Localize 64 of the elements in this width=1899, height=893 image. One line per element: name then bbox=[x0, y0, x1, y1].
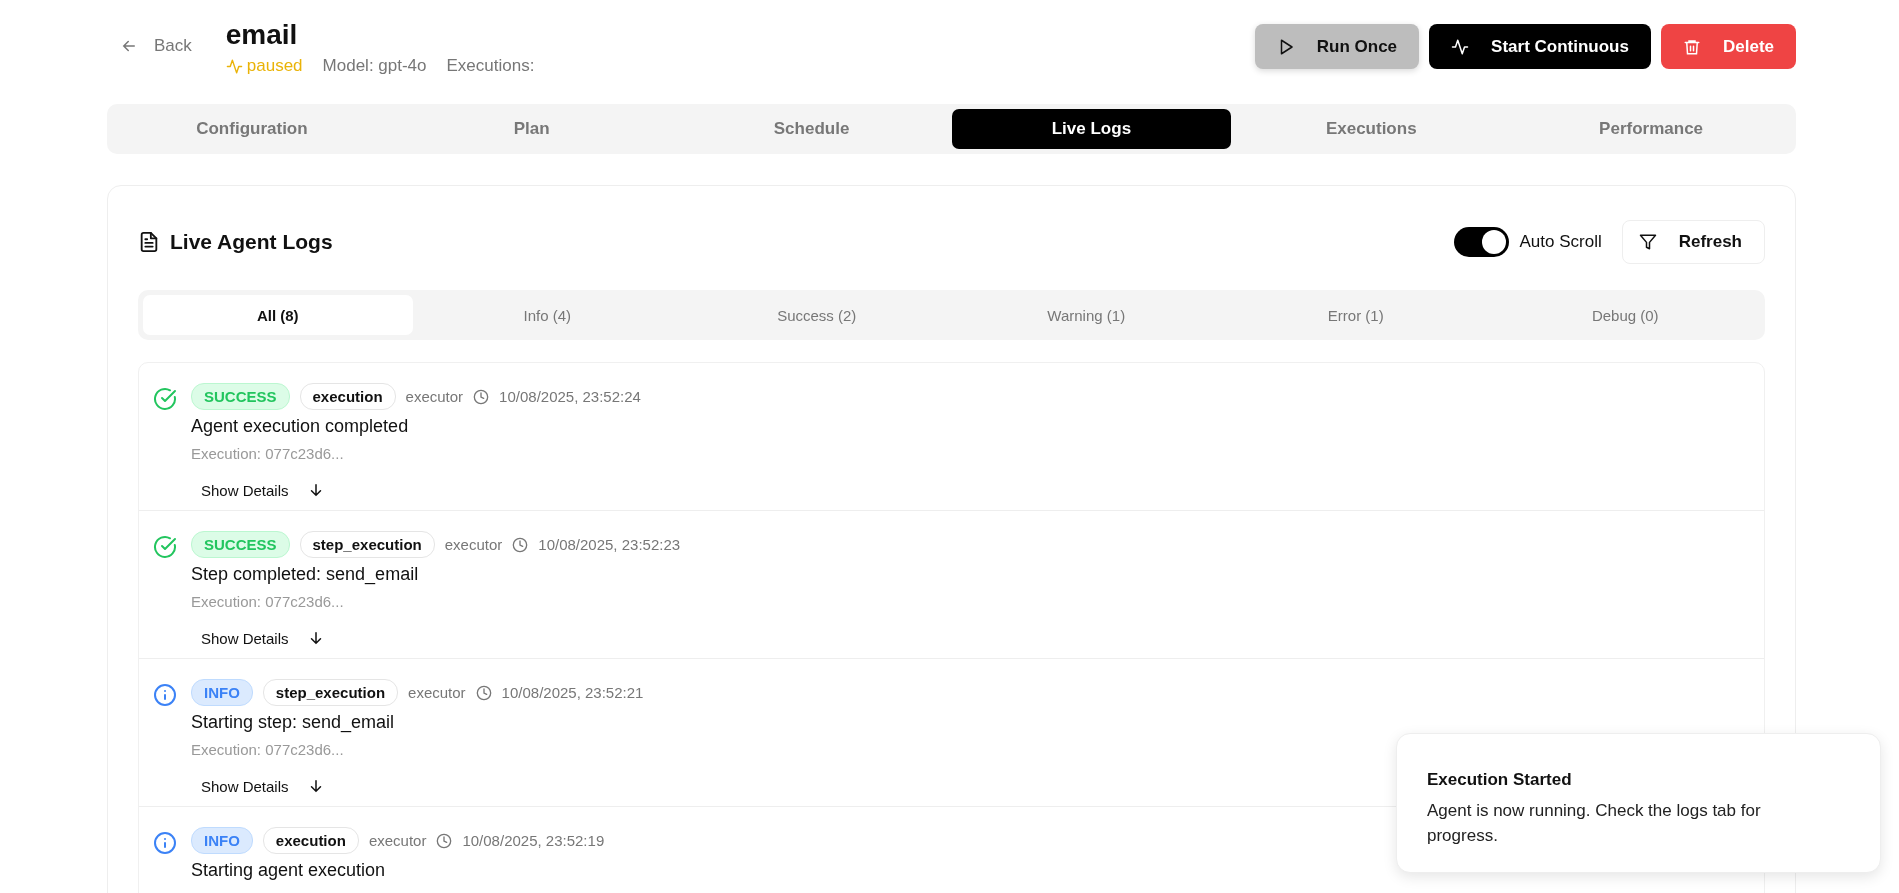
document-icon bbox=[138, 231, 160, 253]
clock-icon bbox=[475, 684, 492, 701]
clock-icon bbox=[436, 832, 453, 849]
filter-icon bbox=[1638, 233, 1657, 251]
filter-tab[interactable]: All (8) bbox=[143, 295, 413, 335]
auto-scroll-label: Auto Scroll bbox=[1519, 232, 1602, 252]
level-badge: INFO bbox=[191, 679, 253, 706]
trash-icon bbox=[1682, 37, 1701, 56]
level-badge: INFO bbox=[191, 827, 253, 854]
clock-icon bbox=[473, 388, 490, 405]
category-tag: step_execution bbox=[262, 679, 399, 706]
tab[interactable]: Performance bbox=[1511, 109, 1791, 149]
tab[interactable]: Configuration bbox=[112, 109, 392, 149]
toast-title: Execution Started bbox=[1427, 770, 1573, 790]
check-circle-icon bbox=[153, 535, 177, 559]
log-message: Starting step: send_email bbox=[191, 712, 396, 733]
log-source: executor bbox=[408, 684, 466, 701]
log-timestamp: 10/08/2025, 23:52:19 bbox=[462, 832, 605, 849]
delete-button[interactable]: Delete bbox=[1660, 24, 1796, 69]
show-details-button[interactable]: Show Details bbox=[191, 772, 335, 800]
log-source: executor bbox=[368, 832, 427, 849]
pulse-icon bbox=[225, 57, 243, 75]
back-button[interactable]: Back bbox=[107, 36, 192, 56]
tab[interactable]: Plan bbox=[391, 109, 672, 149]
log-message: Agent execution completed bbox=[191, 416, 410, 437]
level-badge: SUCCESS bbox=[191, 531, 290, 558]
pulse-icon bbox=[1451, 37, 1470, 56]
log-message: Step completed: send_email bbox=[191, 564, 420, 585]
tab[interactable]: Executions bbox=[1231, 109, 1512, 149]
log-timestamp: 10/08/2025, 23:52:21 bbox=[501, 684, 644, 701]
toast-message: Agent is now running. Check the logs tab for progress. bbox=[1427, 800, 1762, 847]
tab[interactable]: Schedule bbox=[671, 109, 952, 149]
executions-label: Executions: bbox=[446, 56, 535, 76]
model-label: Model: gpt-4o bbox=[322, 56, 427, 76]
category-tag: execution bbox=[299, 383, 396, 410]
clock-icon bbox=[512, 536, 529, 553]
refresh-button[interactable]: Refresh bbox=[1621, 220, 1765, 264]
execution-id: Execution: 077c23d6... bbox=[191, 741, 345, 758]
filter-tab[interactable]: Error (1) bbox=[1221, 295, 1491, 335]
filter-tab[interactable]: Success (2) bbox=[682, 295, 952, 335]
filter-tab[interactable]: Warning (1) bbox=[951, 295, 1221, 335]
tab[interactable]: Live Logs bbox=[951, 109, 1232, 149]
filter-tab[interactable]: Debug (0) bbox=[1490, 295, 1760, 335]
filter-tab[interactable]: Info (4) bbox=[412, 295, 682, 335]
agent-title: email bbox=[225, 20, 299, 50]
auto-scroll-toggle[interactable] bbox=[1454, 227, 1510, 257]
log-source: executor bbox=[444, 536, 503, 553]
log-timestamp: 10/08/2025, 23:52:23 bbox=[538, 536, 681, 553]
info-icon bbox=[153, 683, 177, 707]
continuous-button[interactable]: Start Continuous bbox=[1429, 24, 1651, 69]
status-label: paused bbox=[225, 56, 303, 76]
info-icon bbox=[153, 831, 177, 855]
category-tag: execution bbox=[262, 827, 359, 854]
log-message: Starting agent execution bbox=[191, 860, 387, 881]
execution-id: Execution: 077c23d6... bbox=[191, 593, 345, 610]
category-tag: step_execution bbox=[299, 531, 435, 558]
show-details-button[interactable]: Show Details bbox=[191, 476, 335, 504]
level-badge: SUCCESS bbox=[191, 383, 290, 410]
execution-id: Execution: 077c23d6... bbox=[191, 445, 345, 462]
check-circle-icon bbox=[153, 387, 177, 411]
log-source: executor bbox=[405, 388, 464, 405]
show-details-button[interactable]: Show Details bbox=[191, 624, 335, 652]
log-timestamp: 10/08/2025, 23:52:24 bbox=[499, 388, 641, 405]
panel-title: Live Agent Logs bbox=[170, 230, 333, 254]
